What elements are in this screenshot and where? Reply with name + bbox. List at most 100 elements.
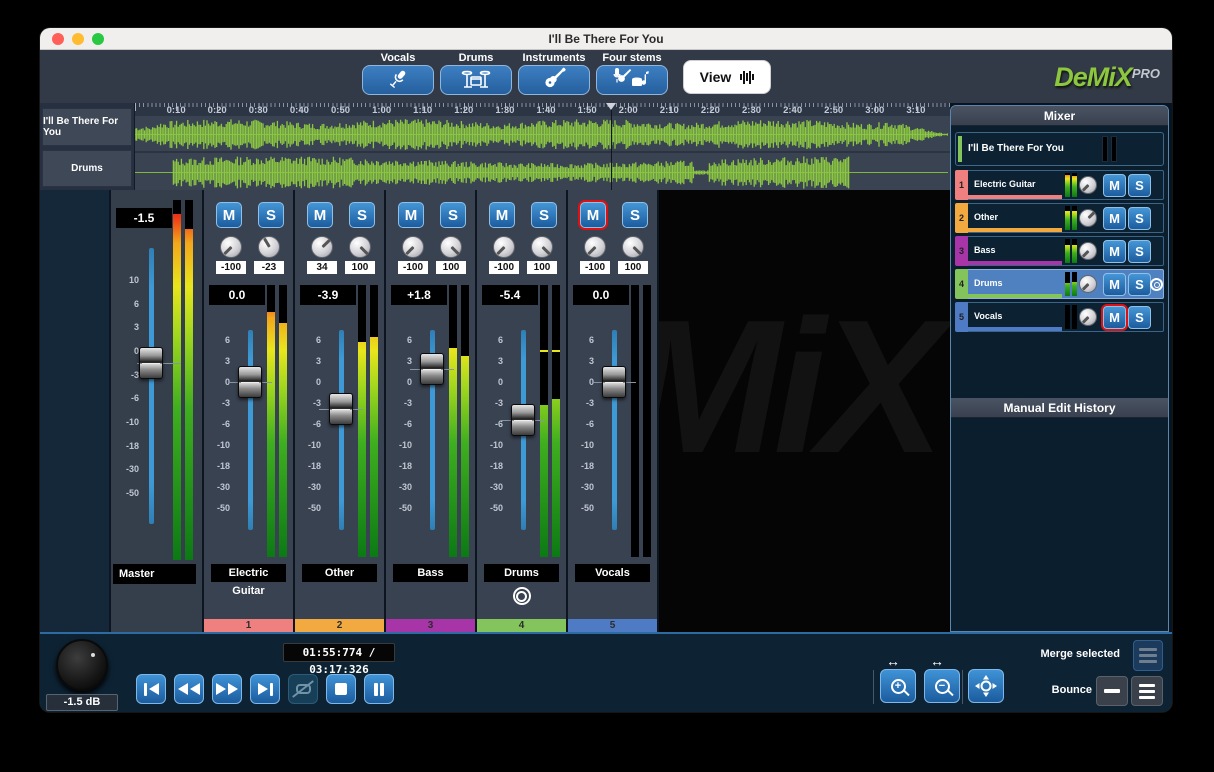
pan-left-knob[interactable] — [493, 236, 515, 258]
mixer-panel-header[interactable]: Mixer — [951, 106, 1168, 126]
zoom-in-button[interactable]: + — [880, 669, 916, 703]
close-window-button[interactable] — [52, 33, 64, 45]
view-button[interactable]: View — [683, 60, 771, 94]
solo-button[interactable]: S — [349, 202, 375, 228]
bounce-multi-button[interactable] — [1131, 676, 1163, 706]
transport-controls — [136, 674, 394, 704]
solo-button[interactable]: S — [258, 202, 284, 228]
fader-track[interactable] — [248, 330, 253, 530]
scale-tick: -6 — [586, 419, 594, 429]
track-color-underline — [968, 261, 1062, 265]
pan-right-knob[interactable] — [258, 236, 280, 258]
channel-strip-label: Electric Guitar — [211, 564, 286, 582]
skip-start-button[interactable] — [136, 674, 166, 704]
mute-button[interactable]: M — [1103, 174, 1126, 197]
panel-track-row-vocals[interactable]: 5VocalsMS — [955, 302, 1164, 332]
fader-handle[interactable] — [329, 393, 353, 425]
playhead-line[interactable] — [611, 103, 612, 190]
solo-button[interactable]: S — [440, 202, 466, 228]
waveform-main-track[interactable] — [135, 116, 950, 153]
pause-icon — [374, 683, 378, 696]
fast-forward-button[interactable] — [212, 674, 242, 704]
mute-button[interactable]: M — [489, 202, 515, 228]
manual-edit-history-header[interactable]: Manual Edit History — [951, 398, 1168, 418]
skip-end-button[interactable] — [250, 674, 280, 704]
solo-button[interactable]: S — [1128, 306, 1151, 329]
stem-button-four-stems[interactable] — [596, 65, 668, 95]
level-meters — [1065, 305, 1077, 329]
pan-left-knob[interactable] — [220, 236, 242, 258]
mute-button[interactable]: M — [216, 202, 242, 228]
pause-button[interactable] — [364, 674, 394, 704]
stem-four-stems: Four stems — [596, 52, 668, 95]
playhead-marker[interactable] — [606, 103, 616, 110]
stem-button-drums[interactable] — [440, 65, 512, 95]
meter-peak-marker — [552, 350, 560, 352]
record-target-icon[interactable] — [513, 587, 531, 605]
merge-selected-button[interactable] — [1133, 640, 1163, 671]
solo-button[interactable]: S — [531, 202, 557, 228]
pan-left-knob[interactable] — [584, 236, 606, 258]
pan-left-knob[interactable] — [402, 236, 424, 258]
panel-track-row-drums[interactable]: 4DrumsMS — [955, 269, 1164, 299]
pan-right-knob[interactable] — [349, 236, 371, 258]
waveform-drums-track[interactable] — [135, 155, 950, 190]
mute-button[interactable]: M — [580, 202, 606, 228]
zoom-window-button[interactable] — [92, 33, 104, 45]
meter-mask — [1072, 305, 1077, 329]
pan-knob[interactable] — [1079, 209, 1097, 227]
panel-track-row-other[interactable]: 2OtherMS — [955, 203, 1164, 233]
solo-button[interactable]: S — [1128, 174, 1151, 197]
mute-button[interactable]: M — [1103, 207, 1126, 230]
mute-button[interactable]: M — [398, 202, 424, 228]
pan-right-knob[interactable] — [622, 236, 644, 258]
mute-button[interactable]: M — [1103, 306, 1126, 329]
pan-right-knob[interactable] — [440, 236, 462, 258]
timeline-track-label-drums[interactable]: Drums — [42, 150, 132, 187]
fader-handle[interactable] — [511, 404, 535, 436]
panel-track-row-bass[interactable]: 3BassMS — [955, 236, 1164, 266]
fader-handle[interactable] — [238, 366, 262, 398]
solo-button[interactable]: S — [622, 202, 648, 228]
solo-button[interactable]: S — [1128, 207, 1151, 230]
meter-bar — [185, 200, 193, 560]
pan-knob[interactable] — [1079, 308, 1097, 326]
track-color-underline — [968, 294, 1062, 298]
pan-knob[interactable] — [1079, 275, 1097, 293]
stem-button-instruments[interactable] — [518, 65, 590, 95]
fader-handle[interactable] — [420, 353, 444, 385]
mute-button[interactable]: M — [1103, 240, 1126, 263]
ruler-tick-label: 0:40 — [290, 105, 309, 116]
fader-track[interactable] — [339, 330, 344, 530]
mute-button[interactable]: M — [307, 202, 333, 228]
zoom-out-button[interactable]: − — [924, 669, 960, 703]
bounce-single-button[interactable] — [1096, 676, 1128, 706]
stem-label: Instruments — [518, 52, 590, 65]
pan-left-knob[interactable] — [311, 236, 333, 258]
fader-handle[interactable] — [602, 366, 626, 398]
rewind-button[interactable] — [174, 674, 204, 704]
channel-strip-label: Drums — [484, 564, 559, 582]
fader-track[interactable] — [612, 330, 617, 530]
knob-pointer — [632, 246, 641, 255]
minimize-window-button[interactable] — [72, 33, 84, 45]
mute-button[interactable]: M — [1103, 273, 1126, 296]
stop-button[interactable] — [326, 674, 356, 704]
master-volume-knob[interactable] — [56, 639, 108, 691]
panel-main-track-row[interactable]: I'll Be There For You — [955, 132, 1164, 166]
pan-right-knob[interactable] — [531, 236, 553, 258]
pan-knob[interactable] — [1079, 176, 1097, 194]
fader-track[interactable] — [149, 248, 154, 524]
record-target-icon[interactable] — [1150, 278, 1163, 291]
loop-button[interactable] — [288, 674, 318, 704]
timeline-waveform-area[interactable]: 0:100:200:300:400:501:001:101:201:301:40… — [135, 103, 950, 190]
solo-button[interactable]: S — [1128, 240, 1151, 263]
scale-tick: -50 — [217, 503, 230, 513]
solo-button[interactable]: S — [1128, 273, 1151, 296]
fader-handle[interactable] — [139, 347, 163, 379]
panel-track-row-electric-guitar[interactable]: 1Electric GuitarMS — [955, 170, 1164, 200]
timeline-track-label-main[interactable]: I'll Be There For You — [42, 108, 132, 146]
pan-knob[interactable] — [1079, 242, 1097, 260]
knob-pointer — [1081, 250, 1089, 258]
stem-button-vocals[interactable] — [362, 65, 434, 95]
